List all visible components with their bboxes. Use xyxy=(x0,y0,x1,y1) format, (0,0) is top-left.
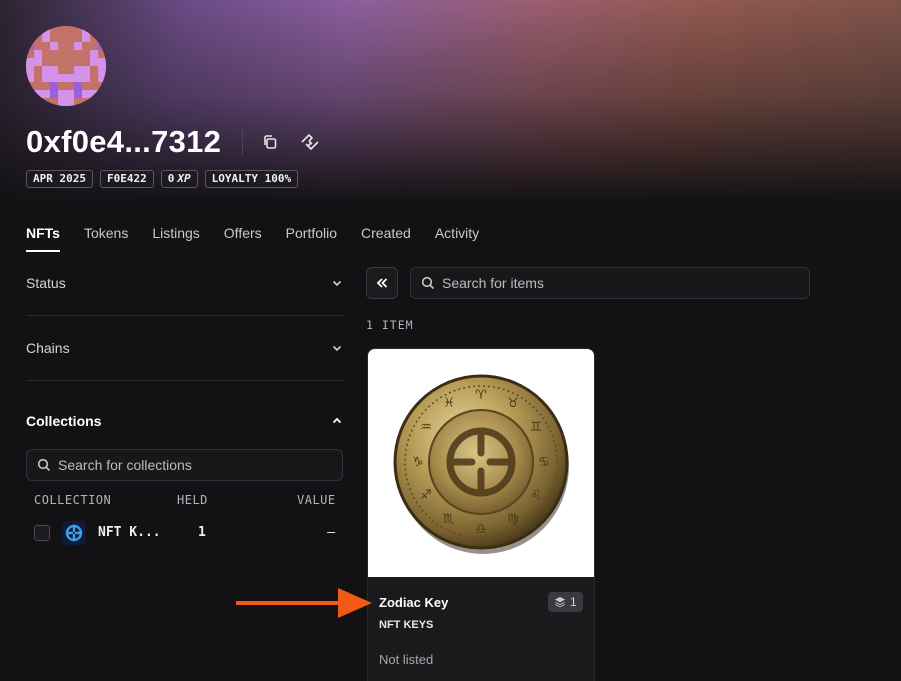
status-filter-label: Status xyxy=(26,275,66,291)
chevron-down-icon xyxy=(332,280,342,287)
tab-tokens[interactable]: Tokens xyxy=(84,225,128,251)
divider xyxy=(26,380,343,381)
collection-search-placeholder: Search for collections xyxy=(58,457,192,473)
collection-held: 1 xyxy=(198,525,206,540)
tab-created[interactable]: Created xyxy=(361,225,411,251)
svg-text:♊: ♊ xyxy=(530,420,542,435)
color-badge: F0E422 xyxy=(99,170,154,188)
profile-badges: APR 2025 F0E422 0 XP LOYALTY 100% xyxy=(26,170,299,188)
profile-tabs: NFTs Tokens Listings Offers Portfolio Cr… xyxy=(26,225,479,252)
svg-text:♑: ♑ xyxy=(412,455,424,470)
collection-row[interactable]: NFT K... 1 – xyxy=(26,519,343,547)
layers-icon xyxy=(555,597,565,608)
collection-checkbox[interactable] xyxy=(34,525,50,541)
collection-logo xyxy=(62,521,86,545)
nft-collection-name[interactable]: NFT KEYS xyxy=(379,619,433,631)
chevron-down-icon xyxy=(332,345,342,352)
svg-text:♋: ♋ xyxy=(538,455,550,470)
svg-text:♐: ♐ xyxy=(420,488,432,503)
search-icon xyxy=(37,458,51,472)
collection-value: – xyxy=(327,525,335,540)
annotation-arrow-icon xyxy=(236,588,372,618)
tab-nfts[interactable]: NFTs xyxy=(26,225,60,252)
joined-badge: APR 2025 xyxy=(26,170,93,188)
nft-card[interactable]: ♈ ♉ ♊ ♋ ♌ ♍ ♎ ♏ ♐ ♑ ♒ ♓ Zodiac Key 1 NFT KEYS No… xyxy=(367,348,595,681)
loyalty-badge: LOYALTY 100% xyxy=(204,170,299,188)
quantity-badge: 1 xyxy=(548,592,583,612)
item-search-placeholder: Search for items xyxy=(442,275,544,291)
status-filter[interactable]: Status xyxy=(26,273,343,293)
svg-text:♍: ♍ xyxy=(507,512,519,527)
tab-listings[interactable]: Listings xyxy=(152,225,199,251)
nft-name[interactable]: Zodiac Key xyxy=(379,595,448,610)
divider xyxy=(242,129,243,155)
chains-filter[interactable]: Chains xyxy=(26,338,343,358)
wallet-address: 0xf0e4...7312 xyxy=(26,124,222,159)
svg-text:♎: ♎ xyxy=(475,522,487,537)
divider xyxy=(26,315,343,316)
listing-status: Not listed xyxy=(379,652,434,667)
xp-unit: XP xyxy=(177,172,191,185)
item-search-input[interactable]: Search for items xyxy=(410,267,810,299)
chains-filter-label: Chains xyxy=(26,340,70,356)
collections-filter[interactable]: Collections xyxy=(26,411,343,431)
collection-name: NFT K... xyxy=(98,525,161,540)
search-icon xyxy=(421,276,435,290)
column-collection: COLLECTION xyxy=(34,493,112,507)
copy-icon[interactable] xyxy=(258,130,282,154)
collections-filter-label: Collections xyxy=(26,413,102,429)
quantity-value: 1 xyxy=(570,595,577,609)
collection-search-input[interactable]: Search for collections xyxy=(26,449,343,481)
xp-badge: 0 XP xyxy=(160,170,198,188)
tab-activity[interactable]: Activity xyxy=(435,225,479,251)
xp-value: 0 xyxy=(167,172,175,185)
svg-text:♉: ♉ xyxy=(507,396,519,411)
item-count: 1 ITEM xyxy=(366,318,414,332)
double-chevron-left-icon xyxy=(376,278,388,288)
nft-image[interactable]: ♈ ♉ ♊ ♋ ♌ ♍ ♎ ♏ ♐ ♑ ♒ ♓ xyxy=(368,349,594,577)
tab-offers[interactable]: Offers xyxy=(224,225,262,251)
collapse-filters-button[interactable] xyxy=(366,267,398,299)
svg-text:♒: ♒ xyxy=(420,420,432,435)
svg-text:♌: ♌ xyxy=(530,488,542,503)
svg-text:♏: ♏ xyxy=(443,512,455,527)
svg-text:♓: ♓ xyxy=(443,396,455,411)
tab-portfolio[interactable]: Portfolio xyxy=(286,225,337,251)
svg-text:♈: ♈ xyxy=(475,388,487,403)
chevron-up-icon xyxy=(332,417,342,424)
column-held: HELD xyxy=(177,493,208,507)
avatar xyxy=(26,26,106,106)
column-value: VALUE xyxy=(297,493,336,507)
handshake-icon[interactable] xyxy=(298,130,322,154)
